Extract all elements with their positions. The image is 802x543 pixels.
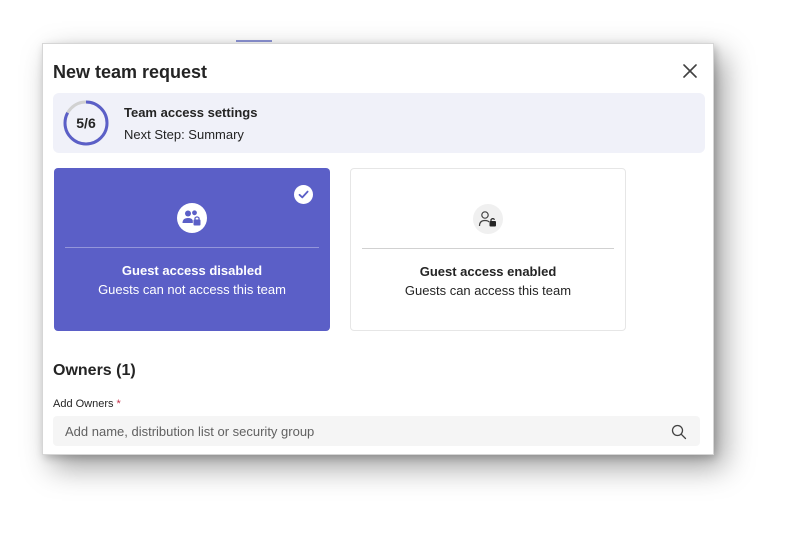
progress-label: 5/6 (76, 115, 96, 131)
new-team-request-dialog: New team request 5/6 Team access setting… (42, 43, 714, 455)
card-description: Guests can not access this team (98, 282, 286, 297)
dialog-title: New team request (53, 62, 208, 82)
owners-heading: Owners (1) (53, 362, 136, 379)
close-button[interactable] (679, 60, 701, 82)
step-title: Team access settings (124, 105, 258, 120)
guest-unlock-icon (473, 204, 503, 234)
guest-access-enabled-card[interactable]: Guest access enabled Guests can access t… (350, 168, 626, 331)
required-marker: * (116, 398, 121, 410)
add-owners-label: Add Owners * (53, 398, 121, 410)
top-accent-line (236, 40, 272, 42)
card-title: Guest access disabled (121, 263, 263, 278)
card-description: Guests can access this team (404, 283, 572, 298)
selected-check (294, 185, 313, 204)
card-divider (362, 248, 614, 249)
owners-search-input[interactable] (53, 416, 700, 446)
card-title: Guest access enabled (419, 264, 557, 279)
step-progress-bar: 5/6 Team access settings Next Step: Summ… (53, 93, 705, 153)
checkmark-icon (298, 190, 309, 199)
guest-access-disabled-card[interactable]: Guest access disabled Guests can not acc… (54, 168, 330, 331)
add-owners-label-text: Add Owners (53, 398, 114, 410)
next-step-label: Next Step: Summary (124, 127, 244, 142)
guest-lock-icon (177, 203, 207, 233)
card-divider (65, 247, 319, 248)
search-icon[interactable] (671, 424, 687, 440)
close-icon (683, 64, 697, 78)
